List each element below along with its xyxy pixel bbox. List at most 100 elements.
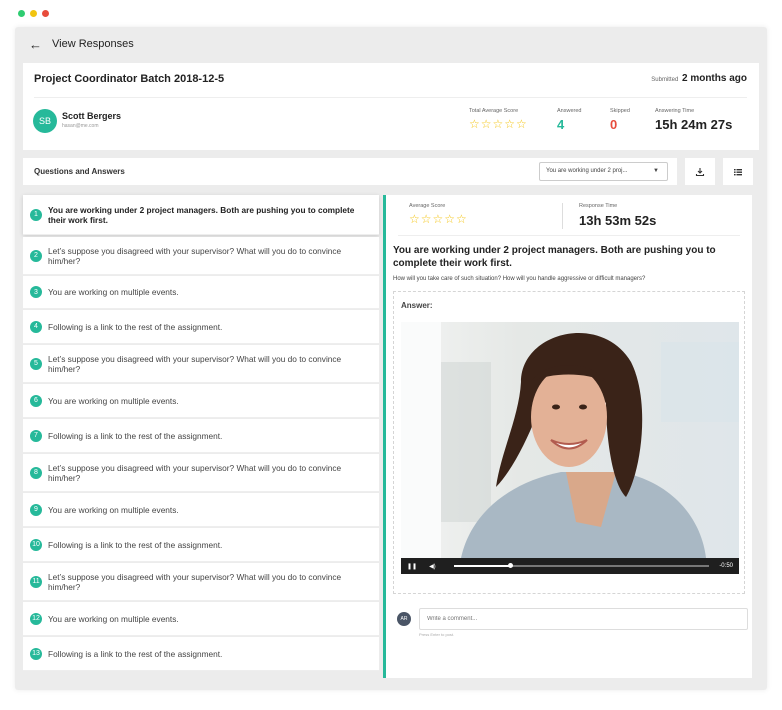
maximize-button[interactable] xyxy=(18,10,25,17)
question-item[interactable]: 11 Let’s suppose you disagreed with your… xyxy=(23,563,379,601)
response-time-value: 13h 53m 52s xyxy=(579,213,657,228)
question-text: Following is a link to the rest of the a… xyxy=(48,321,223,332)
volume-icon[interactable]: ◀) xyxy=(429,563,436,570)
comment-input[interactable] xyxy=(419,608,748,630)
download-button[interactable] xyxy=(685,158,715,185)
comment-hint: Press Enter to post. xyxy=(419,632,455,637)
stat-label: Answering Time xyxy=(655,108,695,114)
skipped-stat: Skipped 0 xyxy=(610,108,630,132)
question-number: 4 xyxy=(30,320,42,333)
question-number: 7 xyxy=(30,429,42,442)
question-subtext: How will you take care of such situation… xyxy=(393,276,646,282)
question-item[interactable]: 2 Let’s suppose you disagreed with your … xyxy=(23,237,379,275)
user-name: Scott Bergers xyxy=(62,111,122,121)
question-item[interactable]: 8 Let’s suppose you disagreed with your … xyxy=(23,454,379,492)
answer-label: Answer: xyxy=(401,301,433,310)
caret-down-icon: ▼ xyxy=(653,168,659,174)
response-header-card: Project Coordinator Batch 2018-12-5 Subm… xyxy=(23,63,759,150)
submitted-value: 2 months ago xyxy=(681,73,747,84)
video-subject-image xyxy=(461,333,706,558)
divider xyxy=(562,203,563,229)
page-title: View Responses xyxy=(52,38,134,50)
question-number: 10 xyxy=(30,538,42,551)
question-text: You are working on multiple events. xyxy=(48,287,179,297)
response-time-label: Response Time xyxy=(579,203,618,209)
list-icon xyxy=(734,168,742,175)
question-text: Let’s suppose you disagreed with your su… xyxy=(48,571,342,592)
video-controls: ❚❚ ◀) -0:50 xyxy=(401,558,739,574)
star-rating-icon: ☆☆☆☆☆ xyxy=(469,117,528,131)
question-text: You are working under 2 project managers… xyxy=(48,204,355,225)
question-item[interactable]: 1 You are working under 2 project manage… xyxy=(23,195,379,235)
question-item[interactable]: 4 Following is a link to the rest of the… xyxy=(23,310,379,344)
answering-time-stat: Answering Time 15h 24m 27s xyxy=(655,108,732,132)
video-scrubber[interactable] xyxy=(507,563,513,568)
arrow-left-icon[interactable]: ← xyxy=(29,37,42,52)
question-number: 2 xyxy=(30,249,42,262)
stat-label: Answered xyxy=(557,108,582,114)
video-time: -0:50 xyxy=(719,563,733,569)
questions-answers-bar: Questions and Answers You are working un… xyxy=(23,158,677,185)
question-item[interactable]: 9 You are working on multiple events. xyxy=(23,493,379,527)
question-number: 1 xyxy=(30,208,42,221)
answer-box: Answer: ❚❚ ◀) -0:50 xyxy=(393,291,745,594)
question-item[interactable]: 5 Let’s suppose you disagreed with your … xyxy=(23,345,379,383)
video-player[interactable]: ❚❚ ◀) -0:50 xyxy=(401,322,739,574)
average-score-label: Average Score xyxy=(409,203,446,209)
avatar: SB xyxy=(33,109,57,133)
avatar: AR xyxy=(397,612,411,626)
submitted-label: Submitted xyxy=(651,77,679,83)
app-frame: ← View Responses Project Coordinator Bat… xyxy=(15,27,767,690)
question-text: Let’s suppose you disagreed with your su… xyxy=(48,353,342,374)
question-item[interactable]: 12 You are working on multiple events. xyxy=(23,602,379,636)
stat-value: 4 xyxy=(557,117,565,132)
question-text: You are working on multiple events. xyxy=(48,395,179,406)
question-heading: You are working under 2 project managers… xyxy=(393,245,716,269)
stat-label: Skipped xyxy=(610,108,630,114)
question-number: 13 xyxy=(30,647,42,660)
question-text: You are working on multiple events. xyxy=(48,504,179,515)
question-item[interactable]: 6 You are working on multiple events. xyxy=(23,384,379,418)
question-number: 6 xyxy=(30,394,42,407)
question-list: 1 You are working under 2 project manage… xyxy=(23,195,379,675)
question-text: Following is a link to the rest of the a… xyxy=(48,648,223,659)
question-number: 8 xyxy=(30,466,42,479)
stat-label: Total Average Score xyxy=(469,108,519,114)
question-item[interactable]: 3 You are working on multiple events. xyxy=(23,276,379,309)
question-item[interactable]: 10 Following is a link to the rest of th… xyxy=(23,528,379,562)
section-title: Questions and Answers xyxy=(34,167,125,176)
question-item[interactable]: 13 Following is a link to the rest of th… xyxy=(23,637,379,671)
question-select[interactable]: You are working under 2 proj... ▼ xyxy=(539,162,668,181)
question-item[interactable]: 7 Following is a link to the rest of the… xyxy=(23,419,379,453)
download-icon xyxy=(695,167,705,176)
divider xyxy=(34,97,747,98)
answered-stat: Answered 4 xyxy=(557,108,581,132)
question-number: 9 xyxy=(30,503,42,516)
star-rating-icon[interactable]: ☆☆☆☆☆ xyxy=(409,212,468,226)
question-text: Following is a link to the rest of the a… xyxy=(48,430,223,441)
user-email: hasan@me.com xyxy=(62,123,99,129)
question-number: 11 xyxy=(30,575,42,588)
video-progress-bar[interactable] xyxy=(453,563,710,568)
question-text: Let’s suppose you disagreed with your su… xyxy=(48,462,342,483)
question-text: Let’s suppose you disagreed with your su… xyxy=(48,245,342,266)
top-bar: ← View Responses xyxy=(15,27,767,61)
select-value: You are working under 2 proj... xyxy=(546,168,628,174)
list-view-button[interactable] xyxy=(723,158,753,185)
question-number: 5 xyxy=(30,357,42,370)
project-title: Project Coordinator Batch 2018-12-5 xyxy=(34,73,225,85)
stat-value: 15h 24m 27s xyxy=(655,117,733,132)
window-controls xyxy=(18,10,49,17)
close-button[interactable] xyxy=(42,10,49,17)
submitted-info: Submitted 2 months ago xyxy=(651,73,747,84)
question-text: You are working on multiple events. xyxy=(48,613,179,624)
question-text: Following is a link to the rest of the a… xyxy=(48,539,223,550)
question-number: 12 xyxy=(30,612,42,625)
divider xyxy=(398,235,740,236)
minimize-button[interactable] xyxy=(30,10,37,17)
pause-icon[interactable]: ❚❚ xyxy=(407,563,417,570)
total-average-score: Total Average Score ☆☆☆☆☆ xyxy=(469,108,528,131)
stat-value: 0 xyxy=(610,117,618,132)
video-progress-fill xyxy=(453,565,510,567)
answer-detail-panel: Average Score ☆☆☆☆☆ Response Time 13h 53… xyxy=(386,195,752,678)
